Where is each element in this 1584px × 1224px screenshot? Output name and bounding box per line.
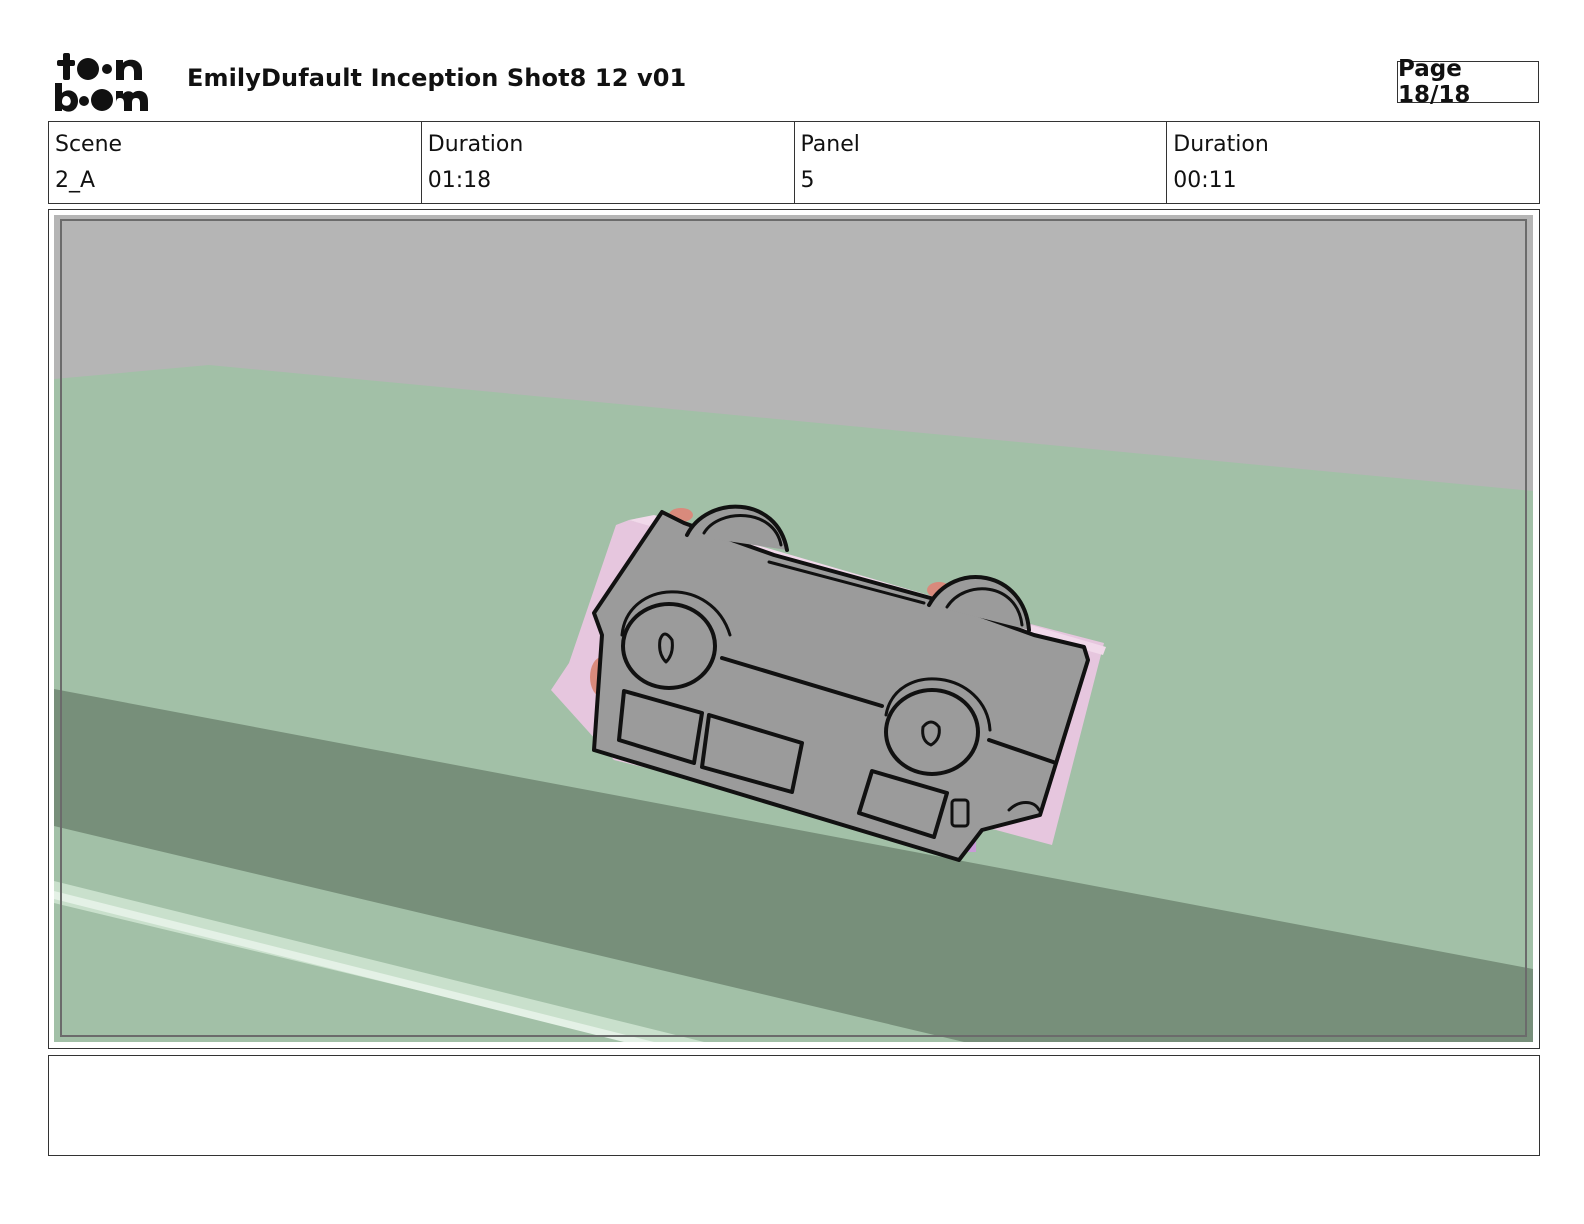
scene-cell: Scene 2_A — [49, 122, 422, 203]
panel-duration-label: Duration — [1173, 132, 1269, 157]
panel-duration-cell: Duration 00:11 — [1167, 122, 1539, 203]
storyboard-panel-frame — [48, 209, 1540, 1049]
scene-duration-cell: Duration 01:18 — [422, 122, 795, 203]
scene-value: 2_A — [55, 168, 96, 193]
toon-boom-logo — [52, 50, 164, 112]
panel-duration-value: 00:11 — [1173, 168, 1237, 193]
storyboard-panel-image — [54, 215, 1533, 1042]
scene-label: Scene — [55, 132, 123, 157]
document-title: EmilyDufault Inception Shot8 12 v01 — [187, 64, 687, 92]
scene-duration-value: 01:18 — [427, 168, 492, 193]
scene-duration-label: Duration — [427, 132, 524, 157]
panel-info-table: Scene 2_A Duration 01:18 Panel 5 Duratio… — [48, 121, 1540, 204]
page-indicator: Page 18/18 — [1397, 56, 1539, 108]
panel-label: Panel — [800, 132, 860, 157]
panel-cell: Panel 5 — [795, 122, 1168, 203]
page-label: Page 18/18 — [1398, 56, 1471, 108]
panel-value: 5 — [800, 168, 815, 193]
panel-notes-box — [48, 1055, 1540, 1156]
